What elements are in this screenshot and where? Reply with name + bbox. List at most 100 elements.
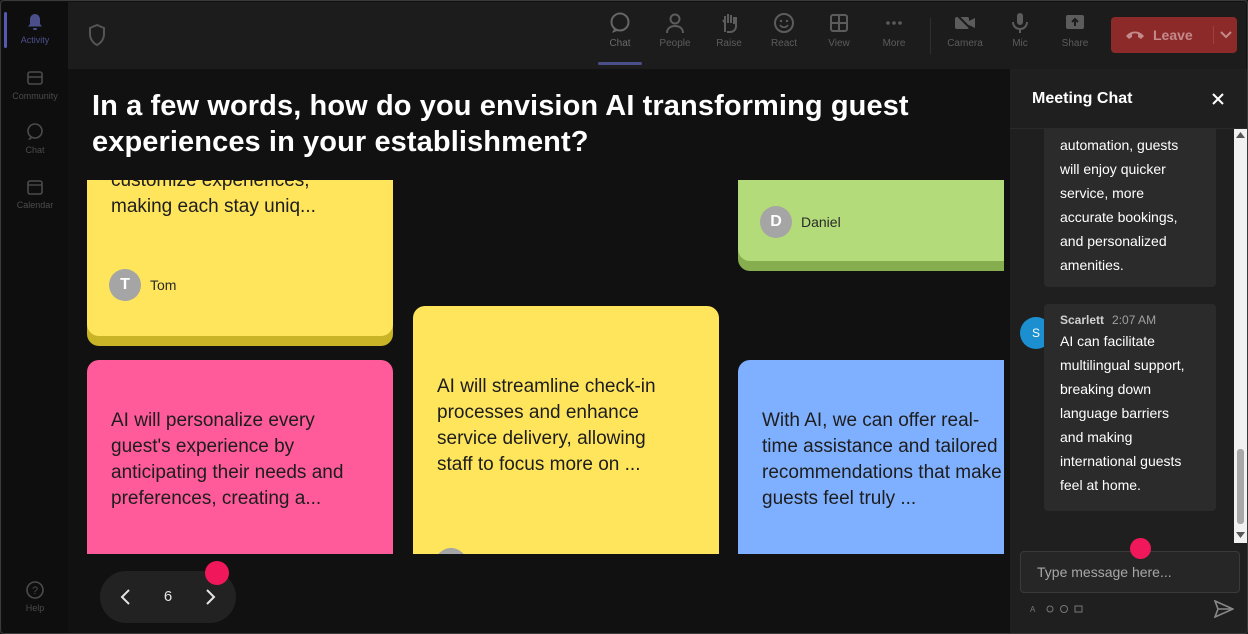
- question-title: In a few words, how do you envision AI t…: [92, 90, 909, 158]
- avatar: T: [109, 269, 141, 301]
- leave-button[interactable]: Leave: [1111, 17, 1237, 53]
- avatar: [435, 548, 467, 554]
- note-card[interactable]: With AI, we can offer real-time assistan…: [738, 360, 1004, 554]
- note-card[interactable]: AI will streamline check-in processes an…: [413, 306, 719, 554]
- smile-icon: [774, 13, 794, 33]
- scroll-up-icon[interactable]: [1236, 132, 1245, 138]
- scroll-down-icon[interactable]: [1236, 532, 1245, 538]
- toolbar-raise[interactable]: Raise: [706, 12, 752, 49]
- toolbar-label-mic: Mic: [1012, 38, 1028, 49]
- svg-text:A: A: [1030, 605, 1036, 614]
- avatar: D: [760, 206, 792, 238]
- chat-icon: [27, 123, 43, 140]
- app-window: Activity Community Chat Calendar ? Help …: [0, 0, 1248, 634]
- message-time: 2:07 AM: [1112, 313, 1157, 327]
- chat-icon: [610, 12, 630, 33]
- rail-label-help: Help: [25, 603, 45, 613]
- toolbar-more[interactable]: More: [871, 12, 917, 49]
- message-line: breaking down: [1060, 381, 1152, 397]
- rail-item-activity[interactable]: Activity: [2, 12, 68, 45]
- message-meta: Scarlett 2:07 AM: [1060, 310, 1200, 329]
- svg-text:?: ?: [32, 585, 38, 597]
- share-icon: [1066, 15, 1084, 29]
- grid-icon: [830, 14, 848, 32]
- note-author: D Daniel: [760, 206, 841, 238]
- message-line: international guests: [1060, 453, 1182, 469]
- toolbar-react[interactable]: React: [761, 12, 807, 49]
- note-author: T Tom: [109, 269, 176, 301]
- leave-options[interactable]: [1213, 26, 1232, 44]
- note-card[interactable]: D Daniel: [738, 180, 1004, 261]
- rail-item-calendar[interactable]: Calendar: [2, 177, 68, 210]
- chat-header: Meeting Chat: [1010, 69, 1247, 129]
- message-line: amenities.: [1060, 257, 1124, 273]
- toolbar-label-more: More: [882, 38, 906, 49]
- page-number: 6: [163, 588, 173, 605]
- note-card[interactable]: customize experiences, making each stay …: [87, 180, 393, 336]
- community-icon: [27, 71, 43, 85]
- camera-off-icon: [955, 13, 975, 33]
- message-sender: Scarlett: [1060, 313, 1105, 327]
- author-name: Tom: [150, 277, 177, 293]
- notes-board: customize experiences, making each stay …: [68, 180, 1004, 554]
- rail-label-chat: Chat: [25, 145, 45, 155]
- message-line: accurate bookings,: [1060, 209, 1178, 225]
- shield-icon[interactable]: [88, 24, 106, 46]
- note-text: With AI, we can offer real-time assistan…: [762, 410, 1002, 509]
- help-icon: ?: [26, 581, 44, 599]
- close-icon[interactable]: [1210, 91, 1226, 107]
- message-line: service, more: [1060, 185, 1145, 201]
- message-line: AI can facilitate: [1060, 333, 1155, 349]
- message-line: and personalized: [1060, 233, 1167, 249]
- scroll-thumb[interactable]: [1237, 449, 1244, 524]
- toolbar-camera[interactable]: Camera: [942, 12, 988, 49]
- toolbar-label-people: People: [659, 38, 691, 49]
- toolbar-chat[interactable]: Chat: [597, 12, 643, 49]
- toolbar-label-react: React: [770, 38, 798, 49]
- message-line: feel at home.: [1060, 477, 1141, 493]
- message-line: will enjoy quicker: [1060, 161, 1166, 177]
- raise-hand-icon: [722, 14, 737, 33]
- chevron-right-icon[interactable]: [200, 587, 220, 607]
- toolbar-label-share: Share: [1061, 38, 1089, 49]
- rail-label-activity: Activity: [20, 35, 50, 45]
- toolbar-divider: [930, 18, 931, 54]
- bell-icon: [28, 14, 42, 30]
- format-toolbar[interactable]: A: [1030, 604, 1094, 614]
- mic-icon: [1012, 13, 1028, 33]
- leave-label: Leave: [1153, 27, 1193, 43]
- chat-scrollbar[interactable]: [1234, 129, 1247, 543]
- toolbar-label-camera: Camera: [947, 38, 983, 49]
- chat-message: Scarlett 2:07 AM AI can facilitate multil…: [1044, 304, 1216, 511]
- toolbar-mic[interactable]: Mic: [997, 12, 1043, 49]
- note-card[interactable]: AI will personalize every guest's experi…: [87, 360, 393, 554]
- note-text: AI will streamline check-in processes an…: [437, 376, 656, 475]
- send-icon[interactable]: [1214, 600, 1234, 618]
- chevron-left-icon[interactable]: [116, 587, 136, 607]
- note-text: customize experiences, making each stay …: [111, 180, 316, 217]
- toolbar-share[interactable]: Share: [1052, 12, 1098, 49]
- toolbar-label-view: View: [828, 38, 850, 49]
- rail-item-chat[interactable]: Chat: [2, 122, 68, 155]
- more-icon: [886, 21, 902, 25]
- chat-title: Meeting Chat: [1032, 90, 1133, 107]
- rail-label-calendar: Calendar: [16, 200, 54, 210]
- message-line: automation, guests: [1060, 137, 1179, 153]
- author-name: Daniel: [801, 214, 841, 230]
- cursor-indicator: [1130, 538, 1151, 559]
- note-text: AI will personalize every guest's experi…: [111, 410, 344, 509]
- chevron-down-icon: [1220, 31, 1232, 39]
- rail-item-help[interactable]: ? Help: [2, 580, 68, 613]
- meeting-toolbar: Chat People Raise React View More Camera: [68, 2, 1246, 69]
- toolbar-people[interactable]: People: [652, 12, 698, 49]
- chat-message-input[interactable]: Type message here...: [1020, 551, 1240, 593]
- toolbar-active-indicator: [598, 62, 642, 65]
- chat-messages: automation, guests will enjoy quicker se…: [1010, 129, 1234, 543]
- main-stage: In a few words, how do you envision AI t…: [68, 69, 1009, 633]
- meeting-chat-panel: Meeting Chat automation, guests will enj…: [1010, 69, 1247, 633]
- cursor-indicator: [205, 561, 229, 585]
- calendar-icon: [27, 180, 43, 195]
- toolbar-view[interactable]: View: [816, 12, 862, 49]
- toolbar-label-raise: Raise: [716, 38, 742, 49]
- rail-item-community[interactable]: Community: [2, 68, 68, 101]
